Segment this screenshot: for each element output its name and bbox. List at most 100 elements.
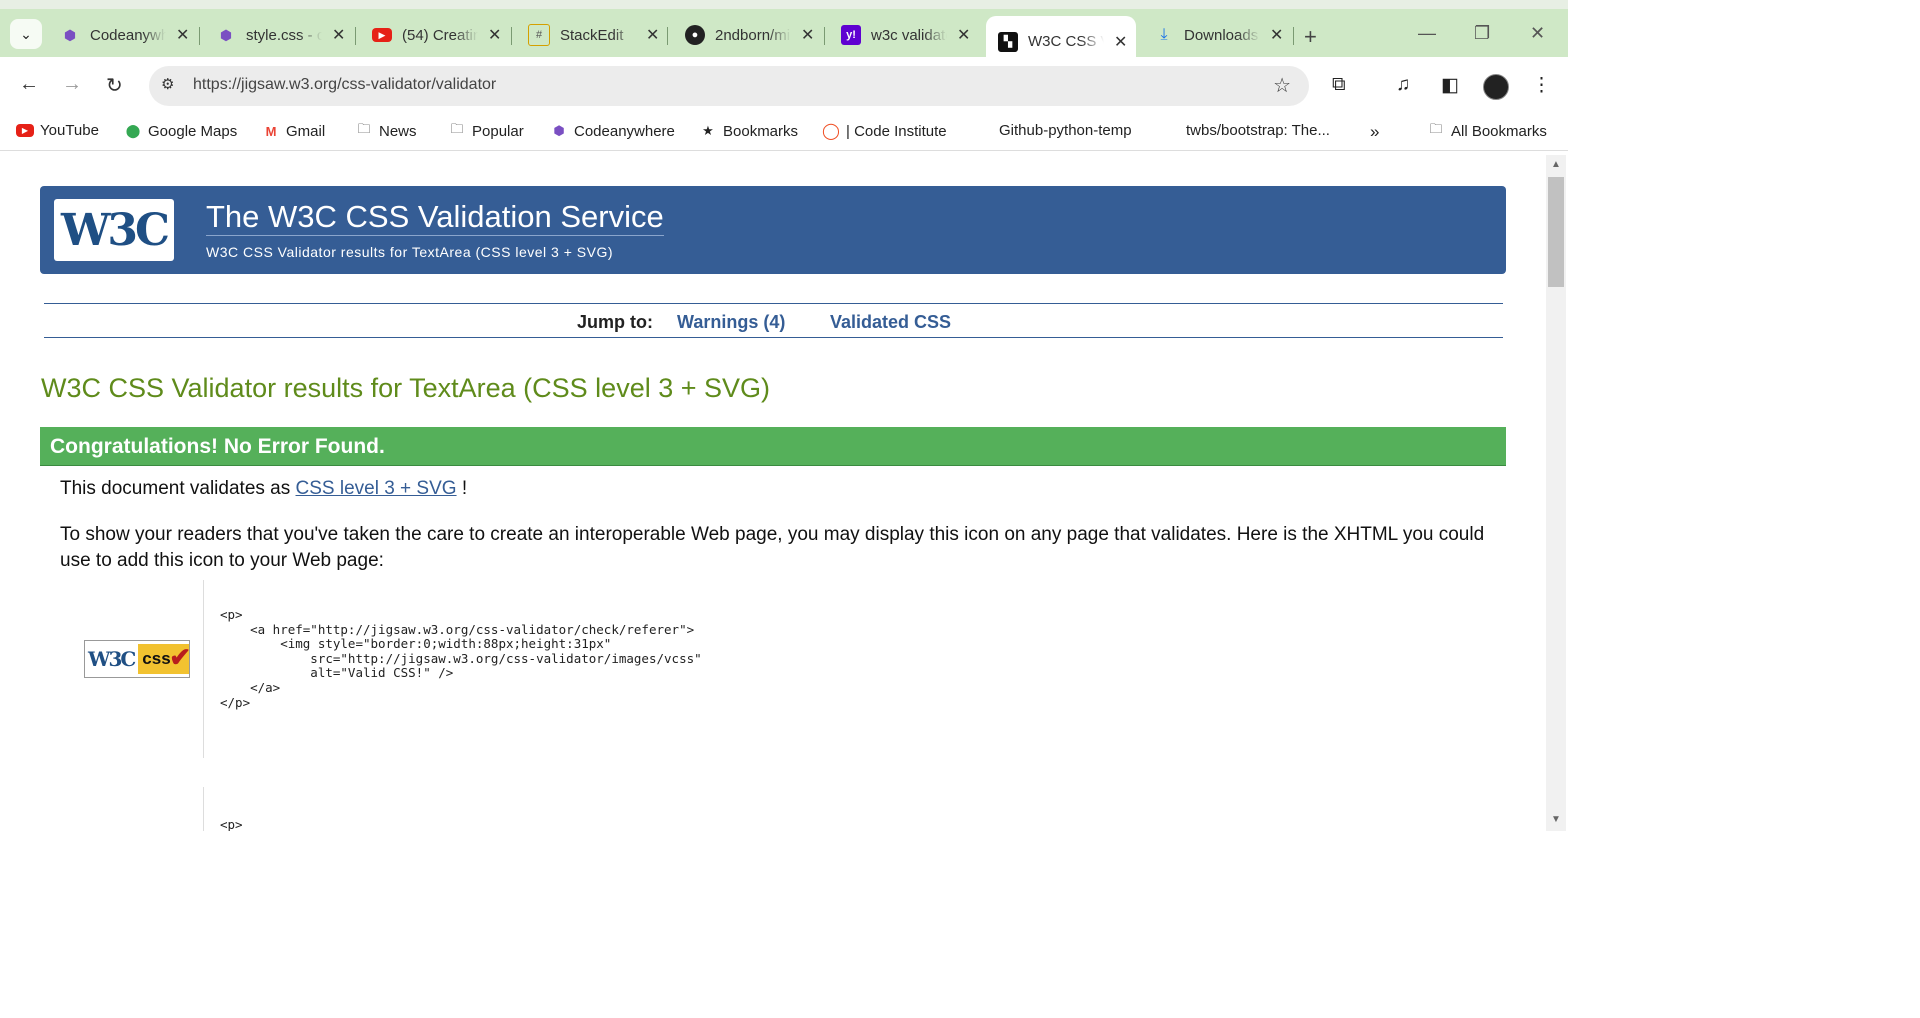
menu-icon[interactable]: ⋮ [1532,74,1551,97]
page-title[interactable]: The W3C CSS Validation Service [206,199,664,236]
address-bar[interactable]: ⚙ https://jigsaw.w3.org/css-validator/va… [149,66,1309,106]
css-level-link[interactable]: CSS level 3 + SVG [296,478,457,499]
close-icon[interactable]: ✕ [176,25,189,45]
w3c-icon: ▚ [998,31,1018,52]
close-icon[interactable]: ✕ [646,25,659,45]
validates-paragraph: This document validates as CSS level 3 +… [60,478,467,500]
back-button[interactable]: ← [19,73,39,96]
header-banner: W3C The W3C CSS Validation Service W3C C… [40,186,1506,274]
side-panel-icon[interactable]: ◧ [1441,74,1459,97]
code-snippet-2[interactable]: <p> [220,817,243,831]
validates-prefix: This document validates as [60,478,296,499]
bookmark-star-icon[interactable]: ☆ [1273,73,1291,98]
tab-downloads[interactable]: ⤓ Downloads ✕ [1142,15,1294,55]
tab-codeanywhere[interactable]: ⬢ Codeanywhere ✕ [48,15,200,55]
site-info-icon[interactable]: ⚙ [161,75,174,93]
bookmark-news[interactable]: 🗀 News [355,121,417,140]
github-icon: ● [685,25,705,45]
scroll-up-icon[interactable]: ▲ [1551,159,1561,170]
tab-stackedit[interactable]: # StackEdit ✕ [516,15,668,55]
youtube-icon: ▶ [372,28,392,42]
warnings-link[interactable]: Warnings (4) [677,312,785,333]
bookmark-all-bookmarks[interactable]: 🗀 All Bookmarks [1427,121,1547,140]
tab-title: Codeanywhere [90,26,166,44]
close-icon[interactable]: ✕ [332,25,345,45]
url-path: /css-validator/validator [337,76,497,93]
folder-icon: 🗀 [1429,121,1443,136]
w3c-logo[interactable]: W3C [54,199,174,261]
url-host: https://jigsaw.w3.org [193,76,338,93]
bookmark-label: Google Maps [148,122,238,140]
star-icon: ★ [702,123,714,138]
forward-button[interactable]: → [62,73,82,96]
bookmark-label: Codeanywhere [574,122,675,140]
window-close-button[interactable]: ✕ [1530,23,1545,44]
tab-title: StackEdit [560,26,624,44]
close-icon[interactable]: ✕ [801,25,814,45]
youtube-icon: ▶ [16,124,34,137]
tab-github[interactable]: ● 2ndborn/milestone ✕ [673,15,825,55]
tab-title: w3c validator [871,26,947,44]
minimize-button[interactable]: — [1418,23,1436,44]
bookmark-github-python-temp[interactable]: Github-python-temp [999,122,1132,139]
maps-pin-icon: ⬤ [125,123,141,138]
bookmark-label: News [379,122,417,140]
jump-nav: Jump to: Warnings (4) Validated CSS [44,303,1503,338]
jump-label: Jump to: [577,312,653,332]
codeanywhere-icon: ⬢ [219,26,233,43]
validates-suffix: ! [456,478,468,499]
bookmark-label: Github-python-temp [999,122,1132,139]
folder-icon: 🗀 [357,121,371,136]
bookmark-youtube[interactable]: ▶ YouTube [16,122,99,139]
close-icon[interactable]: ✕ [957,25,970,45]
badge-snippet-block: W3C css ✔ <p> <a href="http://jigsaw.w3.o… [84,580,1504,758]
badge-css-text: css [142,649,171,668]
more-bookmarks-chevron-icon[interactable]: » [1370,122,1379,142]
close-icon[interactable]: ✕ [1270,25,1283,45]
bookmark-google-maps[interactable]: ⬤ Google Maps [124,122,238,140]
bookmark-label: All Bookmarks [1451,122,1547,140]
reload-button[interactable]: ↻ [106,73,123,98]
page-viewport: W3C The W3C CSS Validation Service W3C C… [0,155,1546,831]
tab-yahoo-search[interactable]: y! w3c validator ✕ [829,15,979,55]
new-tab-button[interactable]: + [1304,24,1317,50]
tab-style-css[interactable]: ⬢ style.css - codeanywhere ✕ [204,15,356,55]
close-icon[interactable]: ✕ [1114,32,1127,52]
scroll-down-icon[interactable]: ▼ [1551,814,1561,825]
stackedit-icon: # [528,24,550,46]
bookmark-gmail[interactable]: M Gmail [262,122,326,140]
bookmark-label: | Code Institute [846,122,947,140]
bookmark-code-institute[interactable]: ◯ | Code Institute [822,122,947,141]
badge-w3c-text: W3C [88,647,136,671]
badge-snippet-block-2: <p> [84,787,1504,831]
tab-search-button[interactable]: ⌄ [10,19,42,49]
tab-youtube[interactable]: ▶ (54) Creating ✕ [360,15,512,55]
bookmark-bookmarks[interactable]: ★ Bookmarks [699,122,798,140]
results-heading: W3C CSS Validator results for TextArea (… [41,373,771,403]
scrollbar-thumb[interactable] [1548,177,1564,287]
tab-title: 2ndborn/milestone [715,26,791,44]
tab-title: (54) Creating [402,26,478,44]
bookmarks-bar: ▶ YouTube ⬤ Google Maps M Gmail 🗀 News 🗀 Popu… [0,114,1568,151]
download-icon: ⤓ [1160,26,1168,43]
code-institute-icon: ◯ [822,123,840,140]
page-scrollbar[interactable]: ▲ ▼ [1546,155,1566,831]
gmail-icon: M [265,123,277,139]
tab-title: style.css - codeanywhere [246,26,322,44]
code-snippet[interactable]: <p> <a href="http://jigsaw.w3.org/css-va… [220,607,702,710]
icon-info-paragraph: To show your readers that you've taken t… [60,524,1485,571]
tab-title: Downloads [1184,26,1259,44]
bookmark-twbs-bootstrap[interactable]: twbs/bootstrap: The... [1186,122,1330,139]
bookmark-codeanywhere[interactable]: ⬢ Codeanywhere [550,122,675,140]
tab-title: W3C CSS Validator [1028,33,1104,50]
restore-button[interactable]: ❐ [1474,23,1490,44]
bookmark-label: twbs/bootstrap: The... [1186,122,1330,139]
extensions-icon[interactable]: ⧉ [1332,74,1346,96]
validated-css-link[interactable]: Validated CSS [830,312,951,333]
avatar[interactable] [1483,74,1509,100]
bookmark-popular[interactable]: 🗀 Popular [448,121,523,140]
close-icon[interactable]: ✕ [488,25,501,45]
valid-css-badge[interactable]: W3C css ✔ [84,640,191,678]
url-text[interactable]: https://jigsaw.w3.org/css-validator/vali… [193,76,496,94]
media-controls-icon[interactable]: ♫ [1396,74,1410,96]
